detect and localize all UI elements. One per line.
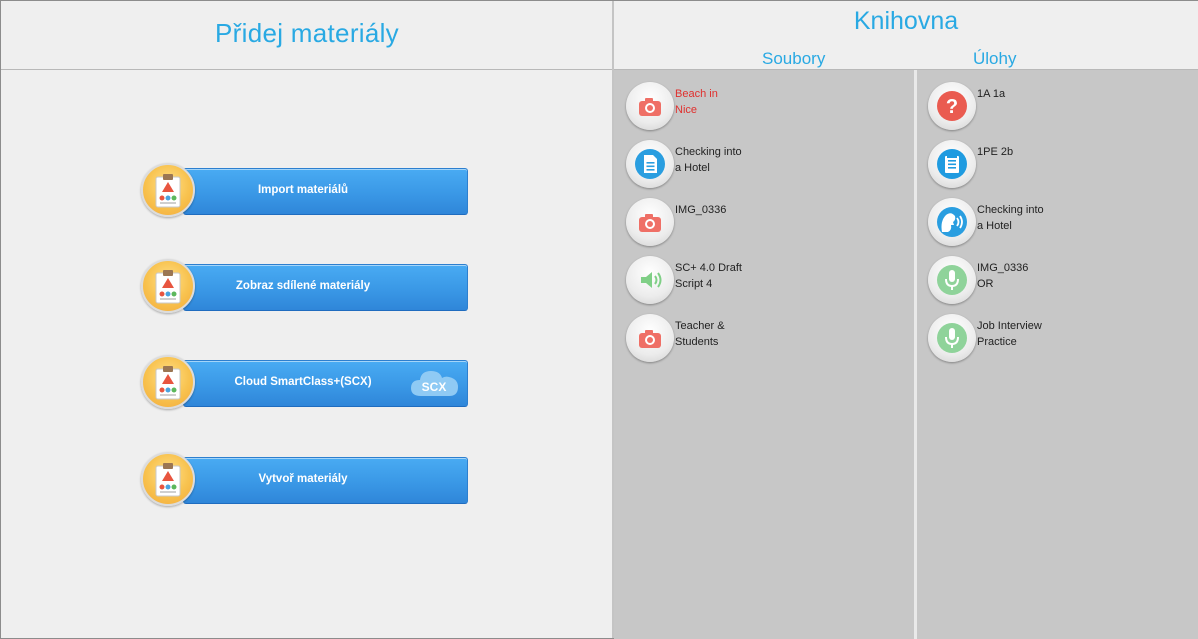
task-name: Checking into a Hotel [977, 204, 1044, 232]
file-name: Beach in Nice [675, 88, 718, 116]
task-item[interactable]: IMG_0336 OR [928, 256, 1188, 308]
file-item[interactable]: SC+ 4.0 Draft Script 4 [626, 256, 886, 308]
audio-icon [626, 256, 674, 304]
task-name: 1PE 2b [977, 146, 1014, 158]
question-icon: ? [928, 82, 976, 130]
camera-icon [626, 198, 674, 246]
file-item[interactable]: Checking into a Hotel [626, 140, 886, 192]
file-item[interactable]: Beach in Nice [626, 82, 886, 134]
task-item[interactable]: 1PE 2b [928, 140, 1188, 192]
task-name: 1A 1a [977, 88, 1006, 100]
task-item[interactable]: ? 1A 1a [928, 82, 1188, 134]
camera-icon [626, 314, 674, 362]
microphone-icon [928, 314, 976, 362]
files-column: Beach in Nice Checking into a Hotel IMG_03… [614, 70, 914, 639]
materials-icon [141, 163, 195, 217]
scx-cloud-icon: SCX [411, 371, 458, 396]
import-materials-button[interactable]: Import materiálů [141, 163, 471, 217]
task-name: IMG_0336 OR [977, 262, 1029, 290]
scx-badge-label: SCX [422, 380, 447, 394]
files-heading: Soubory [762, 49, 826, 68]
file-item[interactable]: Teacher & Students [626, 314, 886, 366]
library-title: Knihovna [853, 7, 959, 35]
create-materials-button[interactable]: Vytvoř materiály [141, 452, 471, 506]
task-item[interactable]: Checking into a Hotel [928, 198, 1188, 250]
file-item[interactable]: IMG_0336 [626, 198, 886, 250]
show-shared-materials-button[interactable]: Zobraz sdílené materiály [141, 259, 471, 313]
task-name: Job Interview Practice [977, 320, 1042, 348]
button-label: Import materiálů [257, 184, 349, 196]
library-header: Knihovna Soubory Úlohy [614, 1, 1198, 70]
microphone-icon [928, 256, 976, 304]
cloud-smartclass-button[interactable]: Cloud SmartClass+(SCX) SCX [141, 355, 471, 409]
reading-icon [928, 140, 976, 188]
camera-icon [626, 82, 674, 130]
file-name: Teacher & Students [675, 320, 725, 348]
add-materials-header: Přidej materiály [1, 1, 613, 70]
materials-icon [141, 452, 195, 506]
button-label: Cloud SmartClass+(SCX) [234, 376, 372, 388]
tasks-heading: Úlohy [973, 49, 1017, 68]
tasks-column: ? 1A 1a 1PE 2b Checking into a Hotel IMG_… [917, 70, 1198, 639]
svg-text:?: ? [946, 96, 958, 118]
file-name: Checking into a Hotel [675, 146, 742, 174]
materials-icon [141, 259, 195, 313]
document-icon [626, 140, 674, 188]
task-item[interactable]: Job Interview Practice [928, 314, 1188, 366]
add-materials-panel: Přidej materiály Import materiálů Zobraz… [1, 1, 613, 638]
speaking-icon [928, 198, 976, 246]
button-label: Vytvoř materiály [258, 473, 348, 485]
add-materials-title: Přidej materiály [215, 18, 399, 48]
materials-icon [141, 355, 195, 409]
file-name: IMG_0336 [675, 204, 727, 216]
file-name: SC+ 4.0 Draft Script 4 [675, 262, 742, 290]
button-label: Zobraz sdílené materiály [235, 280, 371, 292]
